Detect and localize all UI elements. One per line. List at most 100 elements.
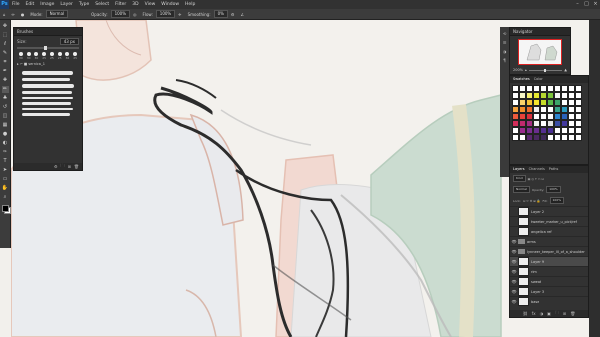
filter-icons[interactable]: ▣ ◎ T ▭ ⊡ [528, 177, 544, 181]
swatch[interactable] [568, 127, 575, 134]
swatch[interactable] [568, 113, 575, 120]
swatch[interactable] [575, 127, 582, 134]
eraser-icon[interactable]: ◫ [2, 113, 9, 120]
swatch[interactable] [533, 85, 540, 92]
zoom-icon[interactable]: ⌕ [2, 194, 9, 201]
tab-layers[interactable]: Layers [513, 166, 525, 173]
swatch[interactable] [533, 127, 540, 134]
gradient-icon[interactable]: ▦ [2, 122, 9, 129]
brush-preset[interactable]: 36 [65, 52, 70, 60]
swatch[interactable] [526, 85, 533, 92]
mode-select[interactable]: Normal [45, 10, 69, 18]
swatch[interactable] [526, 99, 533, 106]
visibility-eye-icon[interactable]: 👁 [510, 289, 518, 294]
swatch[interactable] [526, 127, 533, 134]
swatch[interactable] [561, 127, 568, 134]
swatch[interactable] [512, 99, 519, 106]
zoom-slider-knob[interactable] [543, 68, 546, 72]
brush-stroke-preview[interactable] [22, 113, 70, 116]
angle-icon[interactable]: ∠ [238, 12, 248, 17]
swatch[interactable] [526, 120, 533, 127]
swatch[interactable] [512, 85, 519, 92]
blend-mode-select[interactable]: Normal [513, 186, 530, 193]
swatch[interactable] [561, 120, 568, 127]
delete-icon[interactable]: 🗑 [74, 164, 79, 169]
swatch[interactable] [526, 134, 533, 141]
brush-preset[interactable]: 30 [18, 52, 23, 60]
brush-tool-icon[interactable]: ✏ [9, 12, 18, 17]
menu-edit[interactable]: Edit [23, 0, 38, 9]
menu-filter[interactable]: Filter [112, 0, 129, 9]
paragraph-icon[interactable]: ¶ [503, 58, 506, 63]
swatch[interactable] [519, 113, 526, 120]
airbrush-icon[interactable]: ✈ [175, 12, 184, 17]
history-brush-icon[interactable]: ↺ [2, 104, 9, 111]
brush-stroke-preview[interactable] [22, 108, 74, 110]
zoom-in-icon[interactable]: ▲ [564, 68, 567, 72]
swatch[interactable] [519, 134, 526, 141]
swatch[interactable] [568, 106, 575, 113]
swatch[interactable] [561, 92, 568, 99]
blur-icon[interactable]: ● [2, 131, 9, 138]
swatch[interactable] [547, 106, 554, 113]
layer-row[interactable]: 👁 sweat [510, 276, 588, 286]
delete-layer-icon[interactable]: 🗑 [570, 311, 575, 316]
brush-folder[interactable]: ▸ ⌐ ■ sernica_1 [14, 60, 82, 68]
foreground-background-color[interactable] [1, 205, 11, 214]
menu-3d[interactable]: 3D [129, 0, 141, 9]
swatch[interactable] [533, 92, 540, 99]
visibility-eye-icon[interactable]: 👁 [510, 249, 518, 254]
layer-group-row[interactable]: 👁 lynneer_keeper_III_of_a_shoulder [510, 246, 588, 256]
swatch[interactable] [554, 113, 561, 120]
swatch[interactable] [561, 106, 568, 113]
brush-stroke-preview[interactable] [22, 84, 75, 88]
swatch[interactable] [547, 120, 554, 127]
stamp-icon[interactable]: ♣ [2, 95, 9, 102]
tab-channels[interactable]: Channels [529, 166, 545, 173]
menu-layer[interactable]: Layer [57, 0, 76, 9]
swatch[interactable] [568, 99, 575, 106]
new-brush-icon[interactable]: ⊞ [68, 164, 71, 169]
crop-icon[interactable]: ⌗ [2, 59, 9, 66]
swatch[interactable] [561, 99, 568, 106]
smoothing-settings-icon[interactable]: ⚙ [228, 12, 238, 17]
navigator-thumbnail[interactable] [518, 39, 562, 65]
zoom-slider[interactable] [528, 68, 563, 72]
swatch[interactable] [547, 134, 554, 141]
dodge-icon[interactable]: ◐ [2, 140, 9, 147]
brush-preset[interactable]: 30 [26, 52, 31, 60]
swatch[interactable] [554, 99, 561, 106]
tab-swatches[interactable]: Swatches [513, 76, 530, 83]
brush-preset[interactable]: 25 [57, 52, 62, 60]
brush-stroke-preview[interactable] [22, 91, 73, 94]
swatch[interactable] [540, 134, 547, 141]
brush-icon[interactable]: ✏ [1, 86, 9, 93]
fill-input[interactable]: 100% [549, 197, 565, 204]
swatch[interactable] [533, 134, 540, 141]
swatch[interactable] [554, 106, 561, 113]
brush-preset[interactable]: 25 [73, 52, 78, 60]
swatch[interactable] [561, 113, 568, 120]
brush-stroke-preview[interactable] [22, 97, 74, 99]
properties-icon[interactable]: ☰ [503, 40, 507, 45]
swatch[interactable] [540, 127, 547, 134]
navigator-zoom-value[interactable]: 200% [513, 68, 523, 72]
swatch[interactable] [512, 120, 519, 127]
marquee-icon[interactable]: ⬚ [2, 32, 9, 39]
swatch[interactable] [540, 106, 547, 113]
swatch[interactable] [533, 120, 540, 127]
menu-type[interactable]: Type [76, 0, 92, 9]
swatch[interactable] [575, 85, 582, 92]
layer-opacity-input[interactable]: 100% [546, 186, 561, 193]
layer-group-row[interactable]: 👁 arms [510, 236, 588, 246]
swatch[interactable] [512, 127, 519, 134]
swatch[interactable] [554, 85, 561, 92]
layer-row[interactable]: tweeter_marker_u_pict/ref [510, 216, 588, 226]
swatch[interactable] [512, 92, 519, 99]
brush-preset[interactable]: 25 [49, 52, 54, 60]
brush-settings-icon[interactable]: ⚙ [54, 164, 58, 169]
maximize-icon[interactable]: □ [582, 0, 591, 9]
swatch[interactable] [575, 92, 582, 99]
visibility-eye-icon[interactable]: 👁 [510, 259, 518, 264]
adjustments-icon[interactable]: ◑ [503, 49, 507, 54]
